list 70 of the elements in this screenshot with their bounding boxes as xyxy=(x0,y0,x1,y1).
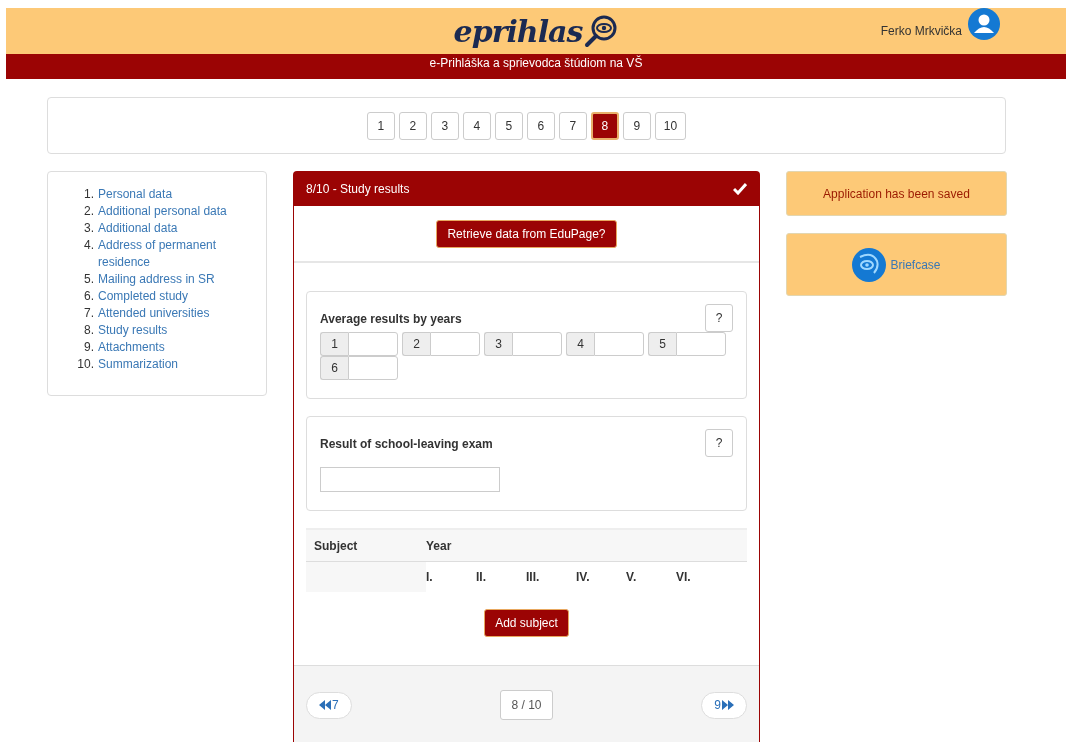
year-column-header: II. xyxy=(476,570,487,584)
column-header: Subject xyxy=(313,538,359,553)
year-label: 6 xyxy=(320,356,348,380)
help-button[interactable]: ? xyxy=(705,429,733,457)
step-number: 10. xyxy=(76,356,95,373)
step-button[interactable]: 6 xyxy=(526,111,555,140)
step-number: 3. xyxy=(83,220,95,237)
double-right-arrow-icon xyxy=(722,700,734,710)
sidebar-link[interactable]: Attended universities xyxy=(98,305,228,322)
magnifier-eye-icon xyxy=(584,14,619,48)
briefcase-logo-icon xyxy=(852,247,887,282)
year-label: 5 xyxy=(648,332,676,356)
year-column-header: I. xyxy=(426,570,434,584)
exam-title: Result of school-leaving exam xyxy=(320,437,493,451)
sidebar-link[interactable]: Summarization xyxy=(98,356,228,373)
page-indicator: 8 / 10 xyxy=(500,690,553,720)
step-number: 7. xyxy=(83,305,95,322)
sidebar-link[interactable]: Additional personal data xyxy=(98,203,228,220)
sidebar-link[interactable]: Completed study xyxy=(98,288,228,305)
step-button[interactable]: 9 xyxy=(622,111,651,140)
step-number: 5. xyxy=(83,271,95,288)
add-subject-button[interactable]: Add subject xyxy=(484,609,569,637)
year-label: 4 xyxy=(566,332,594,356)
help-button[interactable]: ? xyxy=(705,304,733,332)
year-input-field[interactable] xyxy=(348,356,398,380)
next-page-button[interactable]: 9 xyxy=(701,691,747,719)
subtitle: e-Prihláška a sprievodca štúdiom na VŠ xyxy=(429,56,643,70)
saved-message: Application has been saved xyxy=(823,186,970,201)
step-button[interactable]: 2 xyxy=(398,111,427,140)
panel-title: 8/10 - Study results xyxy=(306,182,410,196)
step-button[interactable]: 5 xyxy=(494,111,523,140)
year-column-header: III. xyxy=(526,570,541,584)
sidebar-link[interactable]: Additional data xyxy=(98,220,228,237)
user-avatar-icon[interactable] xyxy=(968,8,1000,40)
step-button[interactable]: 8 xyxy=(590,111,619,140)
year-column-header: IV. xyxy=(576,570,591,584)
step-button[interactable]: 4 xyxy=(462,111,491,140)
previous-page-button[interactable]: 7 xyxy=(306,691,352,719)
exam-input-field[interactable] xyxy=(320,467,500,492)
step-button[interactable]: 10 xyxy=(654,111,687,140)
user-name[interactable]: Ferko Mrkvička xyxy=(880,24,962,38)
year-input-field[interactable] xyxy=(430,332,480,356)
year-input-field[interactable] xyxy=(512,332,562,356)
step-number: 8. xyxy=(83,322,95,339)
year-input-field[interactable] xyxy=(348,332,398,356)
step-number: 9. xyxy=(83,339,95,356)
sidebar-link[interactable]: Study results xyxy=(98,322,228,339)
logo-text[interactable]: eprihlas xyxy=(453,13,583,49)
year-column-header: VI. xyxy=(676,570,692,584)
average-title: Average results by years xyxy=(320,312,462,326)
year-label: 1 xyxy=(320,332,348,356)
year-label: 2 xyxy=(402,332,430,356)
step-number: 6. xyxy=(83,288,95,305)
sidebar-link[interactable]: Attachments xyxy=(98,339,228,356)
step-number: 1. xyxy=(83,186,95,203)
sidebar-link[interactable]: Personal data xyxy=(98,186,228,203)
double-left-arrow-icon xyxy=(319,700,331,710)
sidebar-link[interactable]: Mailing address in SR xyxy=(98,271,228,288)
step-button[interactable]: 3 xyxy=(430,111,459,140)
step-number: 4. xyxy=(83,237,95,254)
step-number: 2. xyxy=(83,203,95,220)
column-header: Year xyxy=(426,538,452,553)
year-label: 3 xyxy=(484,332,512,356)
retrieve-button[interactable]: Retrieve data from EduPage? xyxy=(436,219,617,248)
year-input-field[interactable] xyxy=(676,332,726,356)
sidebar-link[interactable]: Address of permanent residence xyxy=(98,237,228,271)
year-column-header: V. xyxy=(626,570,638,584)
year-input-field[interactable] xyxy=(594,332,644,356)
step-button[interactable]: 1 xyxy=(366,111,395,140)
step-button[interactable]: 7 xyxy=(558,111,587,140)
